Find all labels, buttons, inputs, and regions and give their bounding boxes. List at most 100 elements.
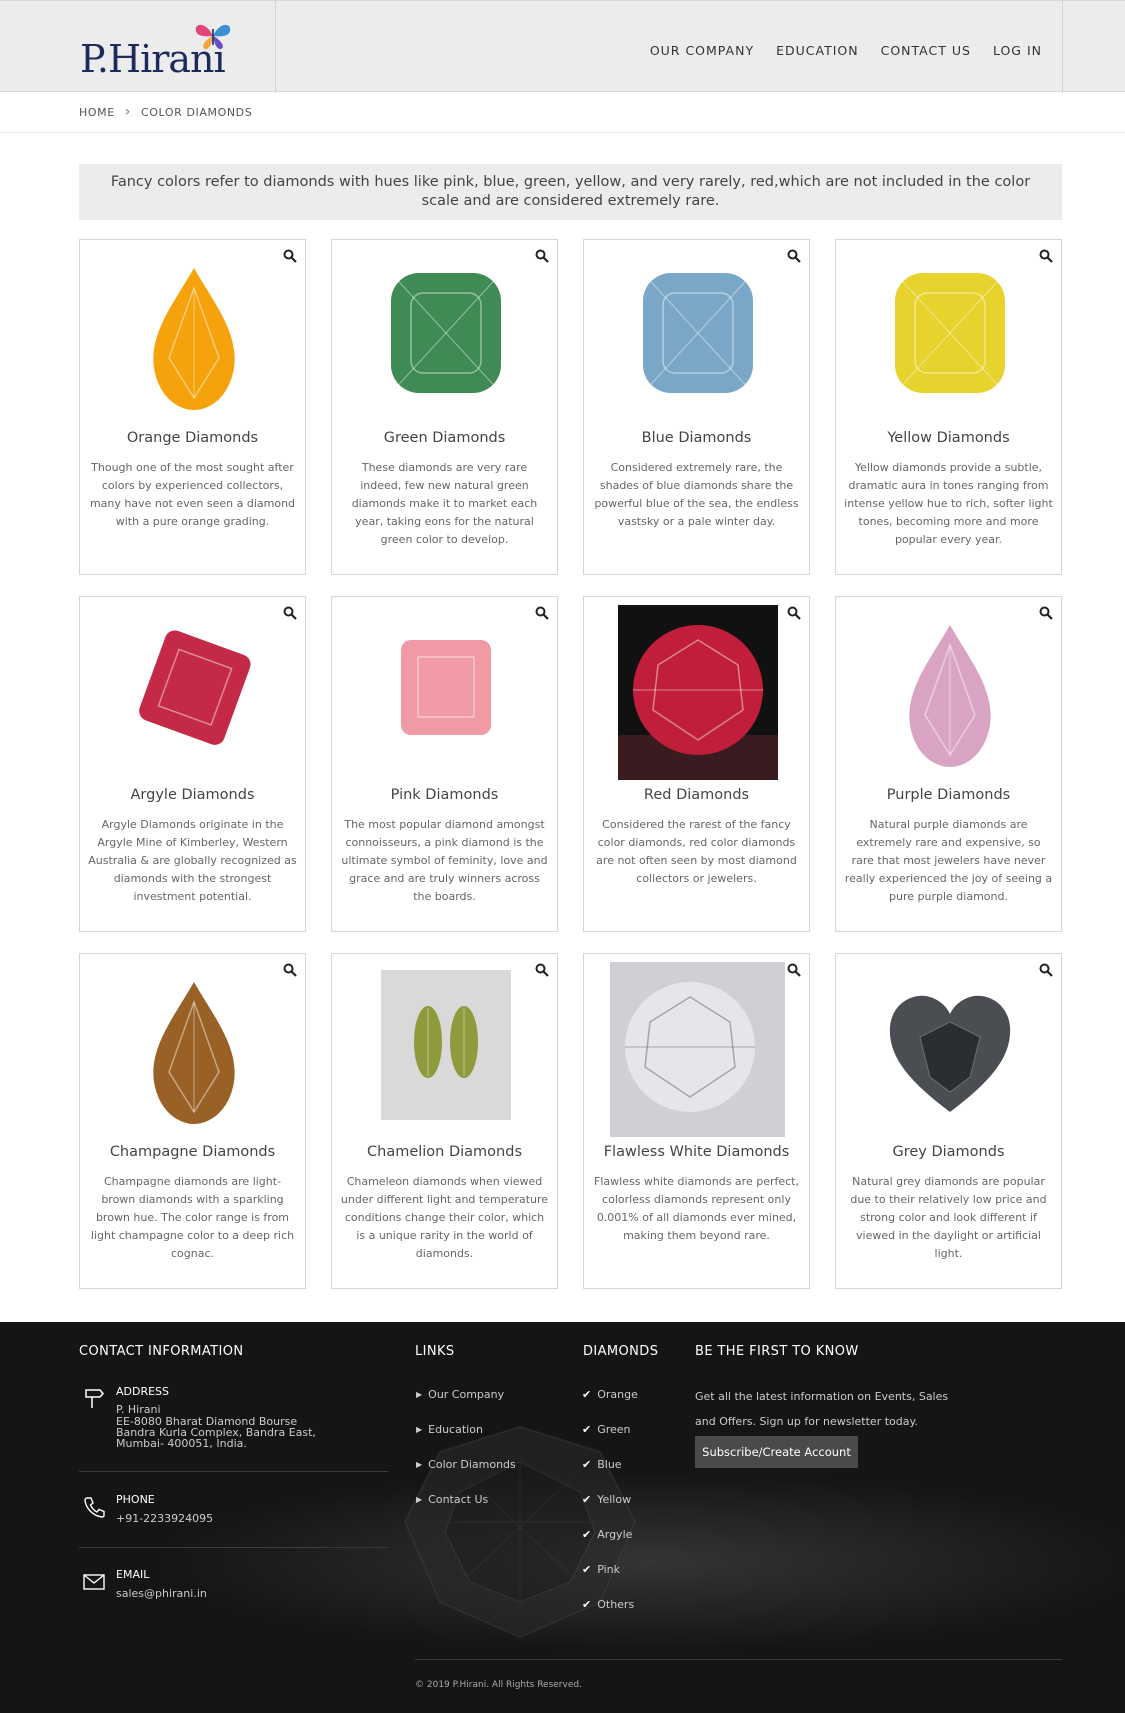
diamond-image[interactable] [846, 605, 1053, 780]
diamond-description: Yellow diamonds provide a subtle, dramat… [844, 461, 1053, 546]
diamond-card[interactable]: Pink Diamonds The most popular diamond am… [331, 596, 558, 932]
diamond-description: Though one of the most sought after colo… [89, 461, 296, 528]
breadcrumb-divider [0, 132, 1125, 133]
breadcrumb-home[interactable]: HOME [79, 106, 115, 119]
check-icon: ✔ [582, 1563, 592, 1576]
diamond-title[interactable]: Blue Diamonds [584, 430, 809, 446]
diamond-card[interactable]: Blue Diamonds Considered extremely rare, … [583, 239, 810, 575]
newsletter-text: Get all the latest information on Events… [695, 1390, 949, 1428]
footer-links-list: ▶ Our Company ▶ Education ▶ Color Diamonds … [416, 1388, 516, 1528]
footer-diamond-link[interactable]: ✔ Others [582, 1598, 638, 1633]
diamond-title[interactable]: Green Diamonds [332, 430, 557, 446]
diamond-icon [889, 995, 1010, 1112]
footer-diamond-link[interactable]: ✔ Argyle [582, 1528, 638, 1563]
diamond-image[interactable] [594, 962, 801, 1137]
footer-link[interactable]: ▶ Color Diamonds [416, 1458, 516, 1493]
diamond-image[interactable] [594, 605, 801, 780]
diamond-image[interactable] [846, 962, 1053, 1137]
nav-our-company[interactable]: OUR COMPANY [650, 43, 754, 58]
diamond-image[interactable] [342, 962, 549, 1137]
email-address[interactable]: sales@phirani.in [116, 1588, 207, 1599]
caret-right-icon: ▶ [416, 1460, 423, 1469]
newsletter-heading: BE THE FIRST TO KNOW [695, 1344, 859, 1359]
diamond-card[interactable]: Orange Diamonds Though one of the most so… [79, 239, 306, 575]
diamonds-heading: DIAMONDS [583, 1344, 659, 1359]
intro-banner: Fancy colors refer to diamonds with hues… [79, 164, 1062, 220]
diamond-title[interactable]: Argyle Diamonds [80, 787, 305, 803]
diamond-card[interactable]: Chamelion Diamonds Chameleon diamonds whe… [331, 953, 558, 1289]
envelope-icon [83, 1574, 105, 1590]
diamond-icon [617, 605, 778, 780]
footer-diamonds-list: ✔ Orange ✔ Green ✔ Blue ✔ Yellow ✔ Argyle ✔ Pi… [582, 1388, 638, 1633]
diamond-description: Champagne diamonds are light-brown diamo… [90, 1175, 295, 1260]
nav-contact-us[interactable]: CONTACT US [881, 43, 971, 58]
diamond-description: Flawless white diamonds are perfect, col… [594, 1175, 799, 1242]
caret-right-icon: ▶ [416, 1495, 423, 1504]
diamond-title[interactable]: Chamelion Diamonds [332, 1144, 557, 1160]
diamond-description: Natural grey diamonds are popular due to… [850, 1175, 1047, 1260]
diamond-image[interactable] [594, 248, 801, 423]
diamond-card[interactable]: Flawless White Diamonds Flawless white di… [583, 953, 810, 1289]
diamond-icon [390, 272, 501, 394]
footer-diamond-link[interactable]: ✔ Green [582, 1423, 638, 1458]
diamond-image[interactable] [90, 605, 297, 780]
diamond-image[interactable] [846, 248, 1053, 423]
site-header: P.Hirani OUR COMPANY EDUCATION CONTACT U… [0, 0, 1125, 93]
diamond-icon [380, 970, 511, 1120]
signpost-icon [85, 1389, 104, 1408]
diamond-card[interactable]: Purple Diamonds Natural purple diamonds a… [835, 596, 1062, 932]
diamond-icon [908, 625, 991, 767]
diamond-icon [400, 640, 491, 735]
footer-divider [79, 1471, 388, 1472]
diamond-title[interactable]: Pink Diamonds [332, 787, 557, 803]
check-icon: ✔ [582, 1598, 592, 1611]
nav-log-in[interactable]: LOG IN [993, 43, 1042, 58]
diamond-image[interactable] [90, 248, 297, 423]
diamond-card[interactable]: Argyle Diamonds Argyle Diamonds originate… [79, 596, 306, 932]
nav-education[interactable]: EDUCATION [776, 43, 859, 58]
butterfly-icon [195, 24, 231, 50]
diamond-description: Considered extremely rare, the shades of… [594, 461, 799, 528]
footer-link[interactable]: ▶ Education [416, 1423, 516, 1458]
diamond-title[interactable]: Grey Diamonds [836, 1144, 1061, 1160]
phone-label: PHONE [116, 1493, 155, 1506]
logo[interactable]: P.Hirani [80, 21, 240, 81]
diamond-description: Chameleon diamonds when viewed under dif… [340, 1175, 549, 1260]
diamond-card[interactable]: Grey Diamonds Natural grey diamonds are p… [835, 953, 1062, 1289]
diamond-title[interactable]: Red Diamonds [584, 787, 809, 803]
diamond-card[interactable]: Yellow Diamonds Yellow diamonds provide a… [835, 239, 1062, 575]
email-label: EMAIL [116, 1568, 150, 1581]
caret-right-icon: ▶ [416, 1425, 423, 1434]
subscribe-button[interactable]: Subscribe/Create Account [695, 1436, 858, 1468]
check-icon: ✔ [582, 1458, 592, 1471]
diamond-card[interactable]: Green Diamonds These diamonds are very ra… [331, 239, 558, 575]
diamond-description: Natural purple diamonds are extremely ra… [844, 818, 1053, 903]
diamond-icon [894, 272, 1005, 394]
diamond-card[interactable]: Red Diamonds Considered the rarest of the… [583, 596, 810, 932]
diamond-image[interactable] [90, 962, 297, 1137]
diamond-title[interactable]: Purple Diamonds [836, 787, 1061, 803]
diamond-description: Considered the rarest of the fancy color… [596, 818, 797, 885]
diamond-card[interactable]: Champagne Diamonds Champagne diamonds are… [79, 953, 306, 1289]
diamond-image[interactable] [342, 248, 549, 423]
address-label: ADDRESS [116, 1385, 170, 1398]
diamond-description: The most popular diamond amongst connois… [341, 818, 548, 903]
diamond-title[interactable]: Champagne Diamonds [80, 1144, 305, 1160]
footer-link[interactable]: ▶ Our Company [416, 1388, 516, 1423]
diamond-title[interactable]: Orange Diamonds [80, 430, 305, 446]
diamond-icon [152, 268, 235, 410]
phone-number[interactable]: +91-2233924095 [116, 1513, 213, 1524]
footer-diamond-link[interactable]: ✔ Pink [582, 1563, 638, 1598]
footer-diamond-link[interactable]: ✔ Blue [582, 1458, 638, 1493]
footer-diamond-link[interactable]: ✔ Orange [582, 1388, 638, 1423]
diamond-icon [610, 962, 785, 1137]
diamond-image[interactable] [342, 605, 549, 780]
header-divider [275, 1, 276, 93]
check-icon: ✔ [582, 1388, 592, 1401]
diamond-title[interactable]: Yellow Diamonds [836, 430, 1061, 446]
check-icon: ✔ [582, 1493, 592, 1506]
check-icon: ✔ [582, 1528, 592, 1541]
footer-link[interactable]: ▶ Contact Us [416, 1493, 516, 1528]
diamond-title[interactable]: Flawless White Diamonds [584, 1144, 809, 1160]
footer-diamond-link[interactable]: ✔ Yellow [582, 1493, 638, 1528]
